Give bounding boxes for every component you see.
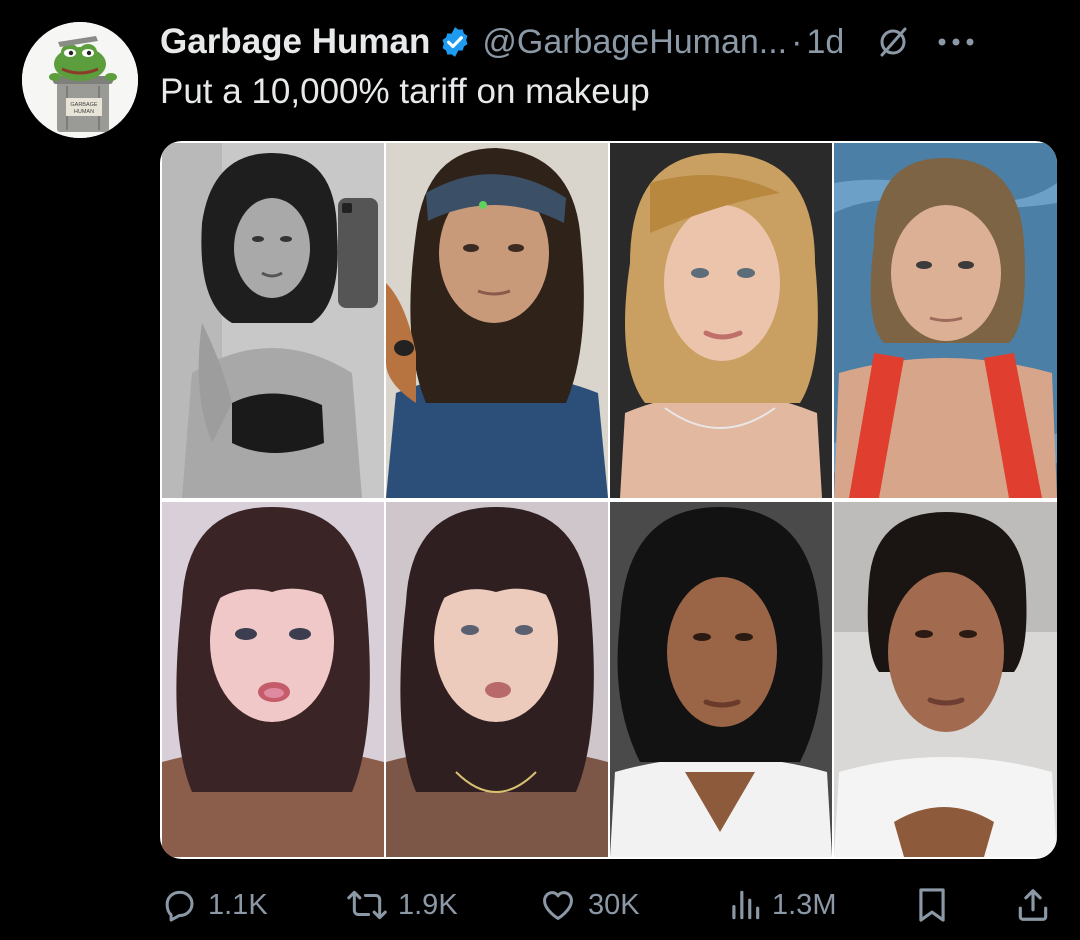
views-count: 1.3M: [772, 888, 837, 921]
repost-icon: [347, 890, 387, 920]
views-chart-icon: [732, 890, 760, 920]
repost-count: 1.9K: [398, 888, 458, 921]
reply-button[interactable]: 1.1K: [160, 880, 268, 930]
svg-text:GARBAGE: GARBAGE: [70, 102, 98, 108]
like-button[interactable]: 30K: [538, 880, 640, 930]
woman-no-makeup-image: [834, 502, 1057, 857]
photo-6[interactable]: [386, 502, 608, 857]
like-count: 30K: [588, 888, 640, 921]
share-button[interactable]: [1016, 880, 1060, 930]
photo-8[interactable]: [834, 502, 1057, 857]
svg-text:HUMAN: HUMAN: [74, 109, 94, 115]
tweet-actions-bar: 1.1K 1.9K 30K 1.3M: [160, 880, 1060, 930]
photo-5[interactable]: [162, 502, 384, 857]
photo-7[interactable]: [610, 502, 832, 857]
reply-icon: [165, 890, 194, 922]
photo-3[interactable]: [610, 143, 832, 498]
photo-2[interactable]: [386, 143, 608, 498]
reply-count: 1.1K: [208, 888, 268, 921]
separator-dot: ·: [791, 22, 803, 61]
woman-curly-hair-makeup-image: [610, 502, 832, 857]
heart-icon: [543, 891, 573, 920]
woman-bangs-makeup-image: [162, 502, 384, 857]
photo-1[interactable]: [162, 143, 384, 498]
woman-mirror-selfie-image: [162, 143, 384, 498]
woman-bangs-no-makeup-image: [386, 502, 608, 857]
tweet-header: Garbage Human @GarbageHuman... · 1d: [160, 22, 1060, 62]
woman-swimsuit-image: [834, 143, 1057, 498]
author-handle[interactable]: @GarbageHuman...: [482, 23, 787, 62]
blonde-woman-makeup-image: [610, 143, 832, 498]
author-display-name[interactable]: Garbage Human: [160, 22, 430, 62]
pepe-in-garbage-can-icon: GARBAGE HUMAN: [22, 22, 138, 138]
views-button[interactable]: 1.3M: [728, 880, 836, 930]
grok-icon[interactable]: [876, 25, 910, 59]
tweet-media-grid[interactable]: [160, 141, 1057, 859]
photo-4[interactable]: [834, 143, 1057, 498]
share-icon: [1018, 889, 1048, 921]
verified-badge-icon: [442, 27, 468, 57]
woman-headband-image: [386, 143, 608, 498]
repost-button[interactable]: 1.9K: [346, 880, 458, 930]
bookmark-button[interactable]: [916, 880, 958, 930]
author-avatar[interactable]: GARBAGE HUMAN: [22, 22, 138, 138]
timestamp[interactable]: 1d: [806, 23, 844, 62]
tweet-text: Put a 10,000% tariff on makeup: [160, 72, 650, 111]
more-options-icon[interactable]: [936, 36, 976, 48]
bookmark-icon: [919, 888, 945, 922]
